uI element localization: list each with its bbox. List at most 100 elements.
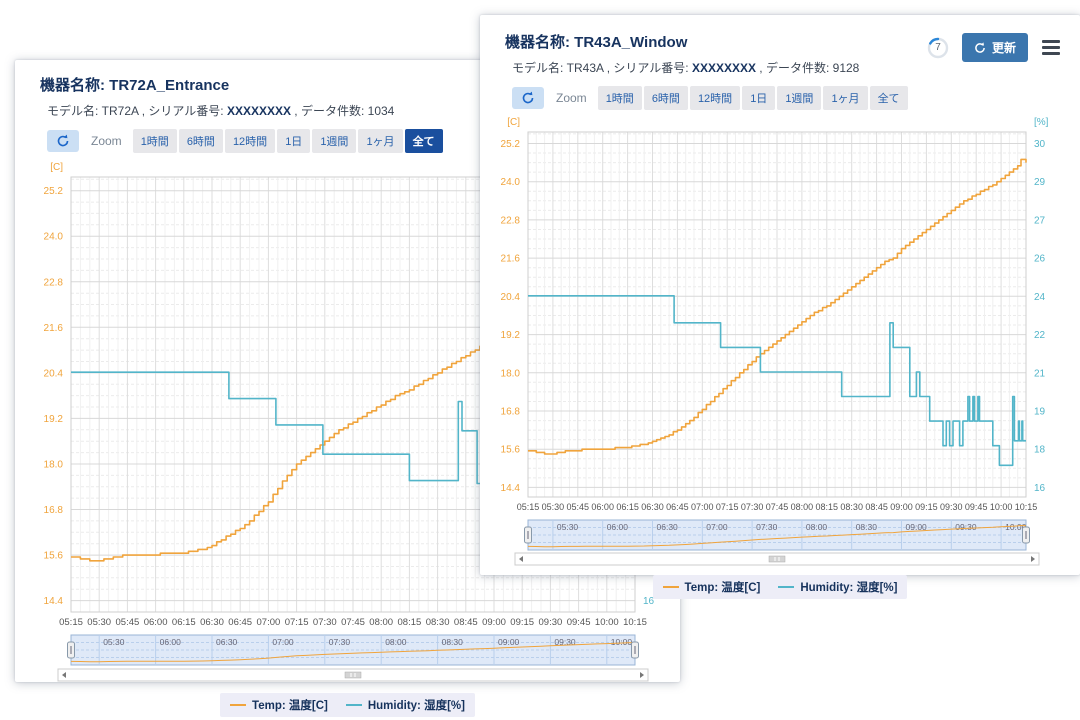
svg-text:06:30: 06:30	[641, 502, 664, 512]
svg-text:15.6: 15.6	[44, 551, 64, 562]
svg-text:07:00: 07:00	[691, 502, 714, 512]
chart-legend: Temp: 温度[C] Humidity: 湿度[%]	[15, 693, 680, 717]
svg-text:18: 18	[1034, 445, 1046, 456]
zoom-range-button[interactable]: 6時間	[179, 129, 223, 153]
zoom-range-button[interactable]: 1日	[742, 86, 775, 110]
scrollbar-thumb[interactable]	[769, 556, 785, 562]
svg-text:10:15: 10:15	[623, 617, 647, 628]
svg-text:06:45: 06:45	[228, 617, 252, 628]
meta-separator: ,	[138, 104, 148, 118]
model-name: モデル名: TR72A	[47, 104, 138, 118]
legend-item-humidity[interactable]: Humidity: 湿度[%]	[778, 579, 897, 595]
svg-text:07:30: 07:30	[756, 522, 778, 532]
legend-humidity-label: Humidity: 湿度[%]	[368, 697, 465, 713]
svg-text:10:00: 10:00	[990, 502, 1013, 512]
svg-text:16.8: 16.8	[44, 505, 64, 516]
navigator-left-handle[interactable]	[525, 527, 532, 543]
serial-value: XXXXXXXX	[227, 104, 291, 118]
zoom-range-button[interactable]: 12時間	[225, 129, 275, 153]
scrollbar-thumb[interactable]	[345, 672, 361, 678]
navigator-right-handle[interactable]	[1023, 527, 1030, 543]
svg-text:19.2: 19.2	[44, 414, 64, 425]
temp-line-swatch	[230, 704, 246, 706]
legend-item-humidity[interactable]: Humidity: 湿度[%]	[346, 697, 465, 713]
svg-text:09:00: 09:00	[890, 502, 913, 512]
x-axis-labels: 05:1505:3005:4506:0006:1506:3006:4507:00…	[517, 502, 1038, 512]
svg-text:08:30: 08:30	[426, 617, 450, 628]
zoom-range-button[interactable]: 全て	[870, 86, 908, 110]
device-name: TR72A_Entrance	[109, 77, 229, 94]
svg-text:09:45: 09:45	[567, 617, 591, 628]
svg-text:08:00: 08:00	[806, 522, 828, 532]
svg-text:21.6: 21.6	[501, 254, 521, 265]
chart-window[interactable]: [C]25.224.022.821.620.419.218.016.815.61…	[486, 112, 1070, 567]
zoom-range-button[interactable]: 6時間	[644, 86, 688, 110]
device-title-label: 機器名称:	[505, 34, 570, 51]
reset-zoom-icon	[521, 91, 535, 105]
data-count: データ件数: 1034	[301, 104, 394, 118]
svg-text:08:00: 08:00	[791, 502, 814, 512]
meta-separator: ,	[756, 61, 766, 75]
svg-text:24.0: 24.0	[44, 232, 64, 243]
y-axis-left-labels: [C]25.224.022.821.620.419.218.016.815.61…	[44, 162, 64, 607]
legend-item-temp[interactable]: Temp: 温度[C]	[230, 697, 328, 713]
svg-text:08:45: 08:45	[865, 502, 888, 512]
zoom-label: Zoom	[556, 91, 587, 105]
navigator-left-handle[interactable]	[68, 642, 75, 658]
hamburger-menu-icon[interactable]	[1040, 35, 1062, 61]
zoom-range-button[interactable]: 12時間	[690, 86, 740, 110]
humidity-line-swatch	[346, 704, 362, 706]
zoom-range-button[interactable]: 1週間	[777, 86, 821, 110]
y-axis-left-labels: [C]25.224.022.821.620.419.218.016.815.61…	[501, 117, 521, 494]
svg-text:07:15: 07:15	[716, 502, 739, 512]
svg-text:10:00: 10:00	[595, 617, 619, 628]
device-name: TR43A_Window	[574, 34, 687, 51]
svg-text:06:00: 06:00	[160, 637, 182, 647]
svg-text:08:15: 08:15	[816, 502, 839, 512]
svg-text:10:15: 10:15	[1015, 502, 1038, 512]
svg-text:18.0: 18.0	[44, 460, 64, 471]
svg-text:06:00: 06:00	[144, 617, 168, 628]
zoom-range-button[interactable]: 1ヶ月	[823, 86, 867, 110]
legend-item-temp[interactable]: Temp: 温度[C]	[663, 579, 761, 595]
zoom-range-button[interactable]: 1時間	[598, 86, 642, 110]
svg-text:[C]: [C]	[507, 117, 520, 128]
zoom-range-button[interactable]: 1ヶ月	[358, 129, 402, 153]
svg-text:09:30: 09:30	[955, 522, 977, 532]
scrollbar[interactable]	[515, 553, 1039, 565]
navigator[interactable]: 05:3006:0006:3007:0007:3008:0008:3009:00…	[525, 520, 1030, 550]
zoom-range-button[interactable]: 1日	[277, 129, 310, 153]
scrollbar[interactable]	[58, 669, 648, 681]
svg-text:19.2: 19.2	[501, 330, 521, 341]
svg-text:09:00: 09:00	[482, 617, 506, 628]
navigator[interactable]: 05:3006:0006:3007:0007:3008:0008:3009:00…	[68, 635, 639, 665]
data-count: データ件数: 9128	[766, 61, 859, 75]
svg-text:21.6: 21.6	[44, 323, 64, 334]
svg-text:07:00: 07:00	[706, 522, 728, 532]
device-title-label: 機器名称:	[40, 77, 105, 94]
zoom-range-button[interactable]: 1週間	[312, 129, 356, 153]
zoom-range-button[interactable]: 1時間	[133, 129, 177, 153]
svg-text:06:30: 06:30	[200, 617, 224, 628]
navigator-right-handle[interactable]	[632, 642, 639, 658]
reset-zoom-button[interactable]	[47, 130, 79, 152]
svg-text:08:45: 08:45	[454, 617, 478, 628]
svg-text:22.8: 22.8	[501, 215, 521, 226]
update-button[interactable]: 更新	[962, 33, 1028, 62]
svg-text:07:30: 07:30	[313, 617, 337, 628]
chart-area: [C]25.224.022.821.620.419.218.016.815.61…	[480, 110, 1080, 572]
svg-text:22.8: 22.8	[44, 277, 64, 288]
reset-zoom-icon	[56, 134, 70, 148]
svg-text:25.2: 25.2	[501, 139, 521, 150]
svg-text:20.4: 20.4	[501, 292, 521, 303]
update-button-label: 更新	[992, 39, 1016, 56]
svg-text:27: 27	[1034, 215, 1046, 226]
zoom-range-button[interactable]: 全て	[405, 129, 443, 153]
svg-text:09:15: 09:15	[915, 502, 938, 512]
reset-zoom-button[interactable]	[512, 87, 544, 109]
y-axis-right-labels: [%]30292726242221191816	[1034, 117, 1049, 494]
humidity-line-swatch	[778, 586, 794, 588]
svg-text:26: 26	[1034, 254, 1046, 265]
zoom-label: Zoom	[91, 134, 122, 148]
svg-text:15.6: 15.6	[501, 445, 521, 456]
